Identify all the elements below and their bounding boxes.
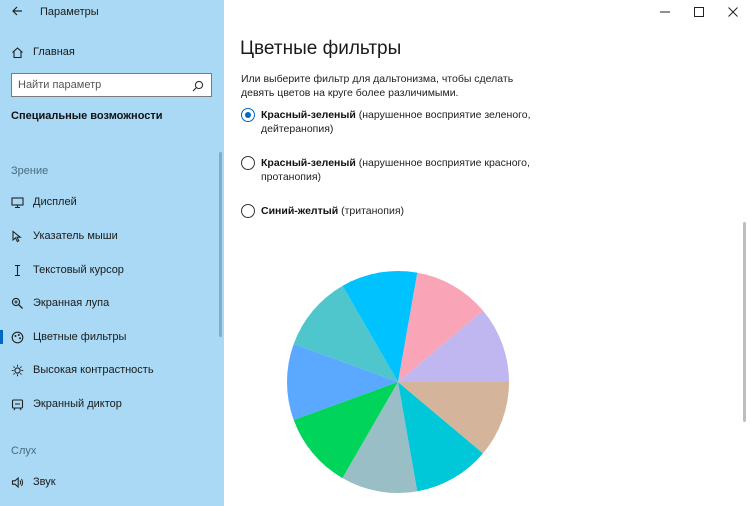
description-text: Или выберите фильтр для дальтонизма, что… <box>241 73 514 99</box>
minimize-icon <box>660 11 670 13</box>
color-wheel <box>287 271 509 493</box>
sidebar-scrollbar[interactable] <box>219 152 222 337</box>
radio-label-bold: Красный-зеленый <box>261 109 356 121</box>
app-title: Параметры <box>40 6 99 18</box>
radio-deuteranopia[interactable]: Красный-зеленый (нарушенное восприятие з… <box>241 108 531 136</box>
sidebar-item-label: Дисплей <box>33 196 77 208</box>
radio-label-rest: (тританопия) <box>338 205 405 217</box>
contrast-icon <box>10 363 24 377</box>
close-icon <box>728 7 738 17</box>
color-filter-icon <box>10 330 24 344</box>
sidebar-item-label: Цветные фильтры <box>33 331 127 343</box>
minimize-button[interactable] <box>648 0 682 24</box>
radio-protanopia[interactable]: Красный-зеленый (нарушенное восприятие к… <box>241 156 531 184</box>
sidebar-item-label: Текстовый курсор <box>33 264 124 276</box>
section-title: Специальные возможности <box>11 110 163 122</box>
radio-label-bold: Красный-зеленый <box>261 157 356 169</box>
group-label-hearing: Слух <box>11 445 37 457</box>
sidebar-item-high-contrast[interactable]: Высокая контрастность <box>0 358 224 382</box>
maximize-button[interactable] <box>682 0 716 24</box>
sidebar-item-label: Высокая контрастность <box>33 364 154 376</box>
title-bar: Параметры <box>0 0 224 26</box>
monitor-icon <box>10 195 24 209</box>
maximize-icon <box>694 7 704 17</box>
home-icon <box>10 45 24 59</box>
search-icon[interactable] <box>192 79 204 92</box>
nav-home-label: Главная <box>33 46 75 58</box>
magnifier-icon <box>10 296 24 310</box>
search-input[interactable] <box>12 75 182 95</box>
radio-label-bold: Синий-желтый <box>261 205 339 217</box>
sidebar: Параметры Главная Специальные возможност… <box>0 0 224 506</box>
sidebar-item-display[interactable]: Дисплей <box>0 190 224 214</box>
sidebar-item-label: Экранная лупа <box>33 297 110 309</box>
narrator-icon <box>10 397 24 411</box>
close-button[interactable] <box>716 0 750 24</box>
sidebar-item-text-cursor[interactable]: Текстовый курсор <box>0 258 224 282</box>
radio-button[interactable] <box>241 156 255 170</box>
sidebar-item-label: Экранный диктор <box>33 398 122 410</box>
page-title: Цветные фильтры <box>240 38 402 59</box>
sidebar-item-sound[interactable]: Звук <box>0 470 224 494</box>
back-button[interactable] <box>8 4 26 22</box>
sidebar-item-label: Звук <box>33 476 56 488</box>
sidebar-item-magnifier[interactable]: Экранная лупа <box>0 291 224 315</box>
radio-button[interactable] <box>241 204 255 218</box>
sidebar-item-label: Указатель мыши <box>33 230 118 242</box>
sidebar-item-mouse-pointer[interactable]: Указатель мыши <box>0 224 224 248</box>
sidebar-item-color-filters[interactable]: Цветные фильтры <box>0 325 224 349</box>
text-cursor-icon <box>10 263 24 277</box>
search-box[interactable] <box>11 73 212 97</box>
nav-home[interactable]: Главная <box>0 40 224 64</box>
radio-button-checked[interactable] <box>241 108 255 122</box>
radio-tritanopia[interactable]: Синий-желтый (тританопия) <box>241 204 531 218</box>
window-controls <box>648 0 750 26</box>
main-scrollbar[interactable] <box>743 222 746 422</box>
group-label-vision: Зрение <box>11 165 49 177</box>
speaker-icon <box>10 475 24 489</box>
mouse-pointer-icon <box>10 229 24 243</box>
back-arrow-icon <box>12 6 22 16</box>
sidebar-item-narrator[interactable]: Экранный диктор <box>0 392 224 416</box>
